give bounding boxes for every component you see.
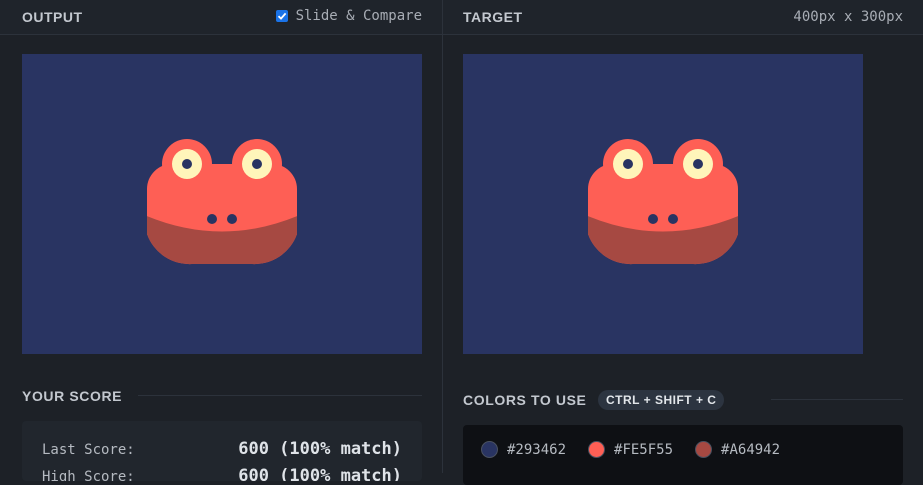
colors-panel: #293462 #FE5F55 #A64942 bbox=[463, 425, 903, 485]
output-frog-art bbox=[147, 139, 297, 265]
slide-compare-checkbox[interactable] bbox=[275, 10, 288, 22]
high-score-value: 600 (100% match) bbox=[238, 466, 402, 481]
output-title: OUTPUT bbox=[22, 9, 83, 25]
score-divider bbox=[138, 395, 422, 396]
last-score-label: Last Score: bbox=[42, 442, 135, 458]
color-swatch[interactable]: #A64942 bbox=[695, 441, 780, 458]
color-swatch[interactable]: #FE5F55 bbox=[588, 441, 673, 458]
right-pupil bbox=[693, 159, 703, 169]
frog-head bbox=[588, 164, 738, 265]
slide-compare-label: Slide & Compare bbox=[295, 8, 422, 24]
swatch-dot bbox=[481, 441, 498, 458]
target-pane: TARGET 400px x 300px COLORS TO USE CTRL … bbox=[443, 0, 923, 485]
score-panel: Last Score: 600 (100% match) High Score:… bbox=[22, 421, 422, 481]
left-nostril bbox=[648, 214, 658, 224]
frog-head bbox=[147, 164, 297, 265]
high-score-label: High Score: bbox=[42, 469, 135, 481]
left-nostril bbox=[207, 214, 217, 224]
slide-compare-toggle[interactable]: Slide & Compare bbox=[275, 8, 422, 24]
color-swatch[interactable]: #293462 bbox=[481, 441, 566, 458]
right-nostril bbox=[668, 214, 678, 224]
target-canvas bbox=[463, 54, 863, 354]
score-title: YOUR SCORE bbox=[22, 388, 123, 404]
high-score-row: High Score: 600 (100% match) bbox=[42, 466, 402, 481]
swatch-label: #293462 bbox=[507, 441, 567, 458]
target-frog-art bbox=[588, 139, 738, 265]
swatch-dot bbox=[588, 441, 606, 458]
target-header: TARGET 400px x 300px bbox=[443, 0, 923, 35]
left-pupil bbox=[623, 159, 633, 169]
target-dimensions: 400px x 300px bbox=[793, 9, 903, 25]
colors-divider bbox=[771, 399, 903, 400]
output-canvas[interactable] bbox=[22, 54, 422, 354]
swatch-label: #A64942 bbox=[721, 441, 781, 458]
colors-title: COLORS TO USE bbox=[463, 392, 587, 408]
swatch-label: #FE5F55 bbox=[614, 441, 674, 458]
copy-colors-shortcut[interactable]: CTRL + SHIFT + C bbox=[598, 390, 725, 410]
output-header: OUTPUT Slide & Compare bbox=[0, 0, 442, 35]
right-nostril bbox=[227, 214, 237, 224]
swatch-list: #293462 #FE5F55 #A64942 bbox=[481, 441, 780, 458]
output-pane: OUTPUT Slide & Compare YOUR SCORE Last S… bbox=[0, 0, 442, 481]
swatch-dot bbox=[695, 441, 713, 458]
last-score-row: Last Score: 600 (100% match) bbox=[42, 439, 402, 459]
right-pupil bbox=[252, 159, 262, 169]
last-score-value: 600 (100% match) bbox=[238, 439, 402, 459]
check-icon bbox=[277, 12, 286, 20]
left-pupil bbox=[182, 159, 192, 169]
target-title: TARGET bbox=[463, 9, 523, 25]
